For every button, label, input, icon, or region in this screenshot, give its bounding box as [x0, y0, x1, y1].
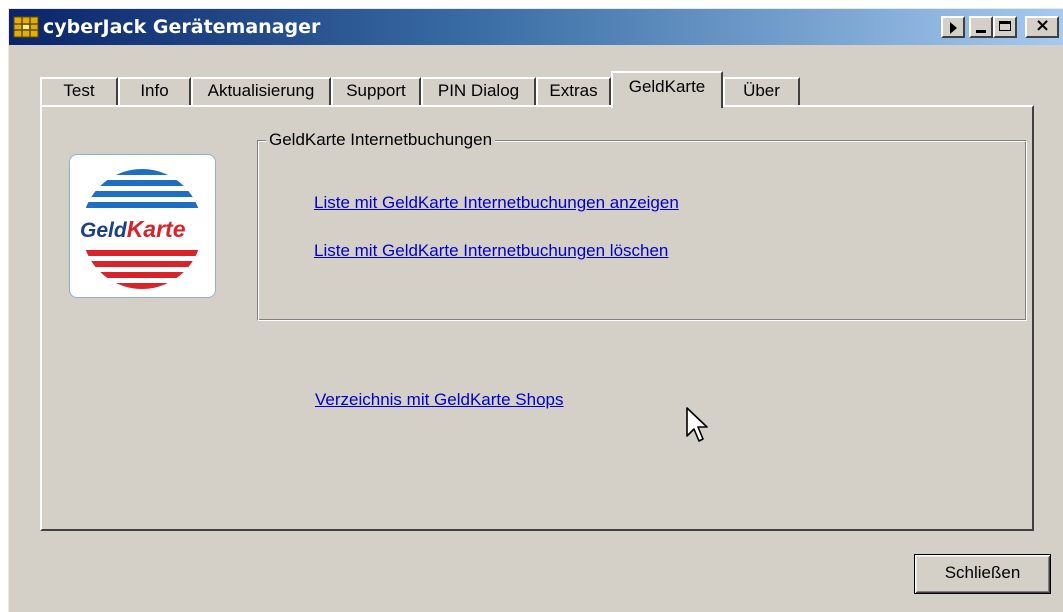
close-button[interactable]: Schließen — [914, 554, 1051, 594]
context-help-button[interactable] — [941, 16, 965, 38]
window-title: cyberJack Gerätemanager — [43, 16, 321, 38]
shops-directory-link[interactable]: Verzeichnis mit GeldKarte Shops — [315, 389, 564, 411]
tab-pin-dialog[interactable]: PIN Dialog — [421, 77, 536, 105]
tab-geldkarte[interactable]: GeldKarte — [611, 71, 723, 108]
mouse-pointer-icon — [686, 407, 708, 442]
svg-text:GeldKarte: GeldKarte — [80, 216, 186, 242]
logo-text-karte: Karte — [127, 216, 186, 242]
play-arrow-icon — [950, 22, 957, 34]
close-window-button[interactable]: × — [1025, 16, 1059, 38]
maximize-icon — [999, 21, 1011, 31]
group-title: GeldKarte Internetbuchungen — [266, 129, 496, 151]
geldkarte-logo: GeldKarte — [69, 154, 216, 298]
internet-bookings-group: GeldKarte Internetbuchungen Liste mit Ge… — [257, 129, 1027, 321]
close-icon: × — [1035, 16, 1051, 36]
geldkarte-tab-panel: GeldKarte GeldKarte Internetbuchungen Li… — [40, 105, 1034, 531]
tab-support[interactable]: Support — [331, 77, 421, 105]
tab-extras[interactable]: Extras — [536, 77, 611, 105]
delete-bookings-link[interactable]: Liste mit GeldKarte Internetbuchungen lö… — [314, 240, 668, 262]
tab-test[interactable]: Test — [40, 77, 118, 105]
tab-ueber[interactable]: Über — [723, 77, 800, 105]
title-bar[interactable]: cyberJack Gerätemanager × — [9, 9, 1063, 45]
tab-aktualisierung[interactable]: Aktualisierung — [191, 77, 331, 105]
show-bookings-link[interactable]: Liste mit GeldKarte Internetbuchungen an… — [314, 192, 679, 214]
tab-info[interactable]: Info — [118, 77, 191, 105]
minimize-icon — [976, 30, 986, 33]
maximize-button[interactable] — [993, 16, 1017, 38]
chip-card-icon — [13, 16, 39, 38]
device-manager-window: cyberJack Gerätemanager × Test Info Aktu… — [8, 8, 1063, 612]
logo-text-geld: Geld — [80, 219, 128, 242]
geldkarte-logo-graphic: GeldKarte — [80, 169, 202, 289]
minimize-button[interactable] — [969, 16, 993, 38]
